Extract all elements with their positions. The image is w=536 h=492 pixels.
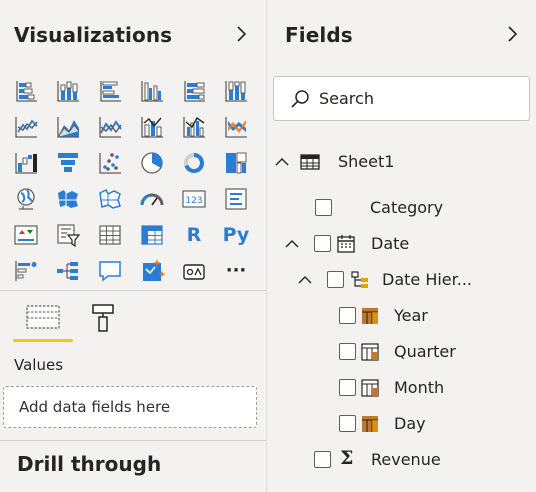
funnel-chart-icon[interactable] — [47, 145, 89, 181]
tree-row-quarter[interactable]: Quarter — [267, 335, 536, 369]
date-hierarchy-label: Date Hier... — [382, 270, 473, 289]
key-influencers-icon[interactable] — [5, 253, 47, 289]
hierarchy-level-icon — [360, 378, 380, 398]
year-label: Year — [394, 306, 428, 325]
fields-pane: Fields Sheet1 Category — [267, 0, 536, 492]
tree-row-day[interactable]: Day — [267, 407, 536, 441]
gallery-divider — [0, 290, 266, 291]
paint-roller-icon — [92, 304, 114, 332]
card-icon[interactable]: 123 — [173, 181, 215, 217]
date-hierarchy-checkbox[interactable] — [327, 271, 344, 288]
fields-tab-icon — [26, 305, 60, 329]
r-script-visual-icon[interactable]: R — [173, 217, 215, 253]
shape-map-icon[interactable] — [89, 181, 131, 217]
tree-row-month[interactable]: Month — [267, 371, 536, 405]
scatter-chart-icon[interactable] — [89, 145, 131, 181]
paginated-report-icon[interactable] — [173, 253, 215, 289]
100-percent-stacked-bar-chart-icon[interactable] — [173, 73, 215, 109]
day-checkbox[interactable] — [339, 415, 356, 432]
tree-row-year[interactable]: Year — [267, 299, 536, 333]
hierarchy-icon — [350, 270, 370, 290]
smart-narrative-icon[interactable] — [131, 253, 173, 289]
month-checkbox[interactable] — [339, 379, 356, 396]
tree-row-date[interactable]: Date — [267, 227, 536, 261]
python-visual-label: Py — [222, 223, 250, 246]
map-icon[interactable] — [5, 181, 47, 217]
card-icon-label: 123 — [185, 196, 202, 206]
kpi-icon[interactable] — [5, 217, 47, 253]
donut-chart-icon[interactable] — [173, 145, 215, 181]
hierarchy-level-icon — [360, 306, 380, 326]
r-script-visual-label: R — [186, 223, 202, 246]
hierarchy-level-icon — [360, 342, 380, 362]
more-visuals-label: ··· — [225, 260, 247, 281]
treemap-icon[interactable] — [215, 145, 257, 181]
qa-icon[interactable] — [89, 253, 131, 289]
decomposition-tree-icon[interactable] — [47, 253, 89, 289]
date-checkbox[interactable] — [314, 235, 331, 252]
drill-through-title: Drill through — [17, 452, 162, 476]
sigma-icon: Σ — [340, 447, 354, 469]
tree-row-date-hierarchy[interactable]: Date Hier... — [267, 263, 536, 297]
revenue-label: Revenue — [371, 450, 441, 469]
fields-tab[interactable] — [23, 300, 63, 336]
search-box[interactable] — [273, 76, 530, 121]
waterfall-chart-icon[interactable] — [5, 145, 47, 181]
python-visual-icon[interactable]: Py — [215, 217, 257, 253]
pie-chart-icon[interactable] — [131, 145, 173, 181]
more-visuals-icon[interactable]: ··· — [215, 253, 257, 289]
chevron-right-icon[interactable] — [234, 22, 250, 46]
day-label: Day — [394, 414, 426, 433]
format-tab[interactable] — [83, 300, 123, 336]
quarter-label: Quarter — [394, 342, 456, 361]
ribbon-chart-icon[interactable] — [215, 109, 257, 145]
tree-row-revenue[interactable]: Σ Revenue — [267, 443, 536, 477]
values-drop-zone[interactable]: Add data fields here — [3, 386, 257, 428]
chevron-up-icon[interactable] — [297, 275, 313, 285]
visualization-gallery: 123 R Py ··· — [5, 73, 257, 289]
category-label: Category — [370, 198, 444, 217]
filled-map-icon[interactable] — [47, 181, 89, 217]
area-chart-icon[interactable] — [47, 109, 89, 145]
clustered-column-chart-icon[interactable] — [131, 73, 173, 109]
hierarchy-level-icon — [360, 414, 380, 434]
stacked-bar-chart-icon[interactable] — [5, 73, 47, 109]
revenue-checkbox[interactable] — [314, 451, 331, 468]
multi-row-card-icon[interactable] — [215, 181, 257, 217]
visualizations-title: Visualizations — [14, 23, 173, 47]
slicer-icon[interactable] — [47, 217, 89, 253]
table-name-label: Sheet1 — [338, 152, 395, 171]
values-label: Values — [14, 356, 64, 374]
matrix-icon[interactable] — [131, 217, 173, 253]
tree-row-category[interactable]: Category — [267, 191, 536, 225]
visualizations-pane: Visualizations 123 R Py ··· Values Add d… — [0, 0, 266, 492]
calendar-icon — [336, 234, 356, 254]
table-icon — [300, 152, 320, 172]
line-chart-icon[interactable] — [5, 109, 47, 145]
stacked-area-chart-icon[interactable] — [89, 109, 131, 145]
clustered-bar-chart-icon[interactable] — [89, 73, 131, 109]
year-checkbox[interactable] — [339, 307, 356, 324]
chevron-up-icon[interactable] — [274, 157, 290, 167]
line-and-stacked-column-chart-icon[interactable] — [131, 109, 173, 145]
quarter-checkbox[interactable] — [339, 343, 356, 360]
search-icon — [291, 89, 309, 108]
search-input[interactable] — [319, 89, 519, 108]
date-label: Date — [371, 234, 410, 253]
line-and-clustered-column-chart-icon[interactable] — [173, 109, 215, 145]
category-checkbox[interactable] — [315, 199, 332, 216]
active-tab-indicator — [13, 339, 73, 342]
gauge-icon[interactable] — [131, 181, 173, 217]
tree-row-sheet1[interactable]: Sheet1 — [267, 145, 536, 179]
fields-title: Fields — [285, 23, 353, 47]
drill-divider — [0, 440, 266, 441]
month-label: Month — [394, 378, 445, 397]
chevron-up-icon[interactable] — [284, 239, 300, 249]
table-icon[interactable] — [89, 217, 131, 253]
100-percent-stacked-column-chart-icon[interactable] — [215, 73, 257, 109]
stacked-column-chart-icon[interactable] — [47, 73, 89, 109]
chevron-right-icon[interactable] — [505, 22, 521, 46]
